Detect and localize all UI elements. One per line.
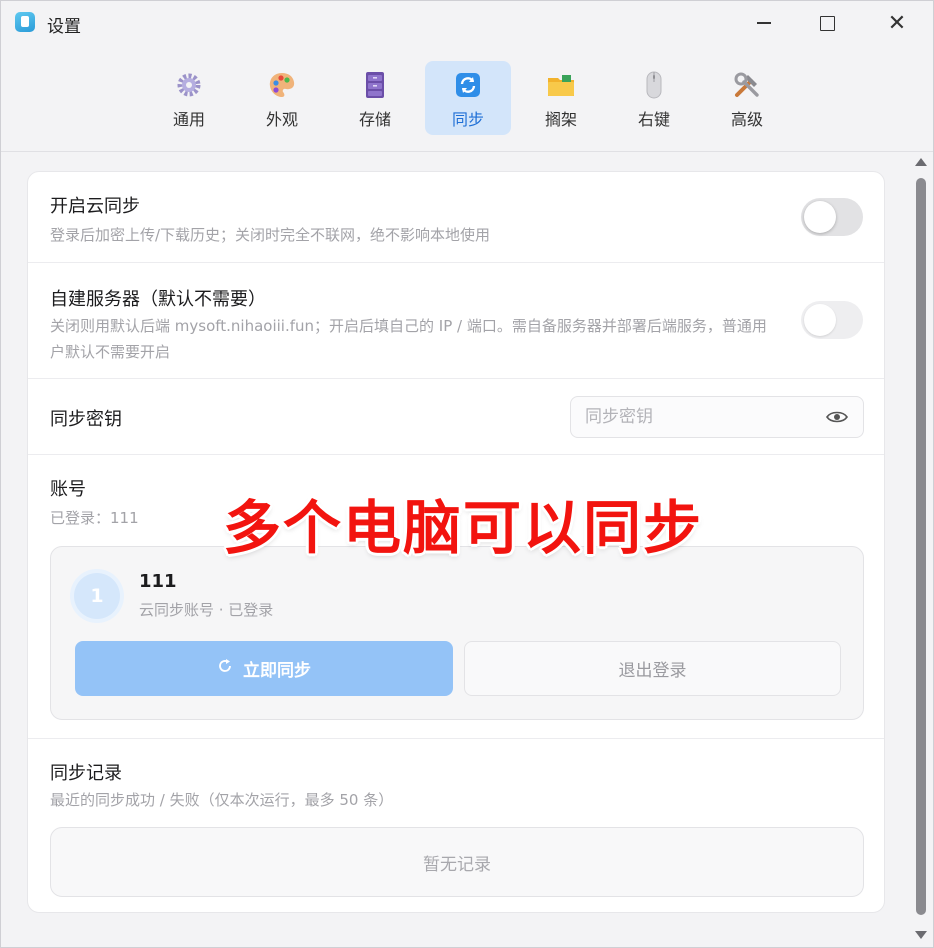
history-title: 同步记录 bbox=[50, 763, 122, 784]
scroll-down-arrow-icon[interactable] bbox=[915, 931, 927, 939]
self-server-desc: 关闭则用默认后端 mysoft.nihaoiii.fun；开启后填自己的 IP … bbox=[50, 317, 767, 361]
app-icon bbox=[15, 12, 35, 32]
self-server-title: 自建服务器（默认不需要） bbox=[50, 289, 266, 310]
divider bbox=[1, 151, 933, 152]
tools-icon bbox=[732, 70, 762, 100]
cloud-sync-title: 开启云同步 bbox=[50, 196, 140, 217]
maximize-button[interactable] bbox=[804, 7, 850, 39]
tab-label: 通用 bbox=[172, 110, 205, 129]
scroll-thumb[interactable] bbox=[916, 178, 926, 915]
tab-sync[interactable]: 同步 bbox=[425, 61, 511, 135]
history-empty: 暂无记录 bbox=[50, 827, 864, 897]
tab-label: 搁架 bbox=[544, 110, 577, 129]
mouse-icon bbox=[639, 70, 669, 100]
close-icon: ✕ bbox=[887, 10, 907, 36]
account-sub: 云同步账号 · 已登录 bbox=[139, 601, 274, 619]
cabinet-icon bbox=[360, 70, 390, 100]
palette-icon bbox=[267, 70, 297, 100]
settings-tabs: 通用 外观 存储 同步 搁架 右键 高级 bbox=[1, 59, 933, 139]
minimize-button[interactable] bbox=[741, 7, 787, 39]
account-card: 1 111 云同步账号 · 已登录 立即同步 退出登录 bbox=[50, 546, 864, 720]
tab-label: 存储 bbox=[358, 110, 391, 129]
cloud-sync-toggle[interactable] bbox=[801, 198, 863, 236]
toggle-knob bbox=[804, 201, 836, 233]
history-desc: 最近的同步成功 / 失败（仅本次运行，最多 50 条） bbox=[50, 791, 394, 809]
tab-advanced[interactable]: 高级 bbox=[704, 61, 790, 135]
folder-icon bbox=[546, 70, 576, 100]
vertical-scrollbar[interactable] bbox=[911, 156, 931, 946]
sync-key-input[interactable]: 同步密钥 bbox=[570, 396, 864, 438]
settings-window: 设置 ✕ 通用 外观 存储 同步 搁架 右键 高级 开启云同步 登录后加密上传/… bbox=[0, 0, 934, 948]
overlay-caption: 多个电脑可以同步 bbox=[223, 494, 704, 562]
title-bar: 设置 ✕ bbox=[1, 1, 933, 45]
refresh-icon bbox=[217, 658, 233, 679]
sync-now-button[interactable]: 立即同步 bbox=[75, 641, 453, 696]
self-server-toggle[interactable] bbox=[801, 301, 863, 339]
window-title: 设置 bbox=[47, 17, 81, 37]
sync-icon bbox=[453, 70, 483, 100]
sync-key-title: 同步密钥 bbox=[50, 409, 122, 430]
tab-context-menu[interactable]: 右键 bbox=[611, 61, 697, 135]
toggle-knob bbox=[804, 304, 836, 336]
tab-storage[interactable]: 存储 bbox=[332, 61, 418, 135]
cloud-sync-row: 开启云同步 登录后加密上传/下载历史；关闭时完全不联网，绝不影响本地使用 bbox=[28, 172, 884, 263]
account-name: 111 bbox=[139, 571, 177, 592]
account-status: 已登录：111 bbox=[50, 509, 139, 527]
tab-label: 右键 bbox=[637, 110, 670, 129]
account-title: 账号 bbox=[50, 479, 86, 500]
tab-general[interactable]: 通用 bbox=[146, 61, 232, 135]
tab-shelf[interactable]: 搁架 bbox=[518, 61, 604, 135]
tab-label: 同步 bbox=[451, 110, 484, 129]
eye-icon[interactable] bbox=[826, 409, 848, 425]
sync-now-label: 立即同步 bbox=[243, 661, 311, 681]
sync-key-row: 同步密钥 同步密钥 bbox=[28, 379, 884, 455]
logout-button[interactable]: 退出登录 bbox=[464, 641, 841, 696]
self-server-row: 自建服务器（默认不需要） 关闭则用默认后端 mysoft.nihaoiii.fu… bbox=[28, 263, 884, 379]
close-button[interactable]: ✕ bbox=[874, 7, 920, 39]
tab-label: 外观 bbox=[265, 110, 298, 129]
scroll-up-arrow-icon[interactable] bbox=[915, 158, 927, 166]
avatar: 1 bbox=[74, 573, 120, 619]
cloud-sync-desc: 登录后加密上传/下载历史；关闭时完全不联网，绝不影响本地使用 bbox=[50, 226, 491, 244]
tab-appearance[interactable]: 外观 bbox=[239, 61, 325, 135]
tab-label: 高级 bbox=[730, 110, 763, 129]
gear-icon bbox=[174, 70, 204, 100]
